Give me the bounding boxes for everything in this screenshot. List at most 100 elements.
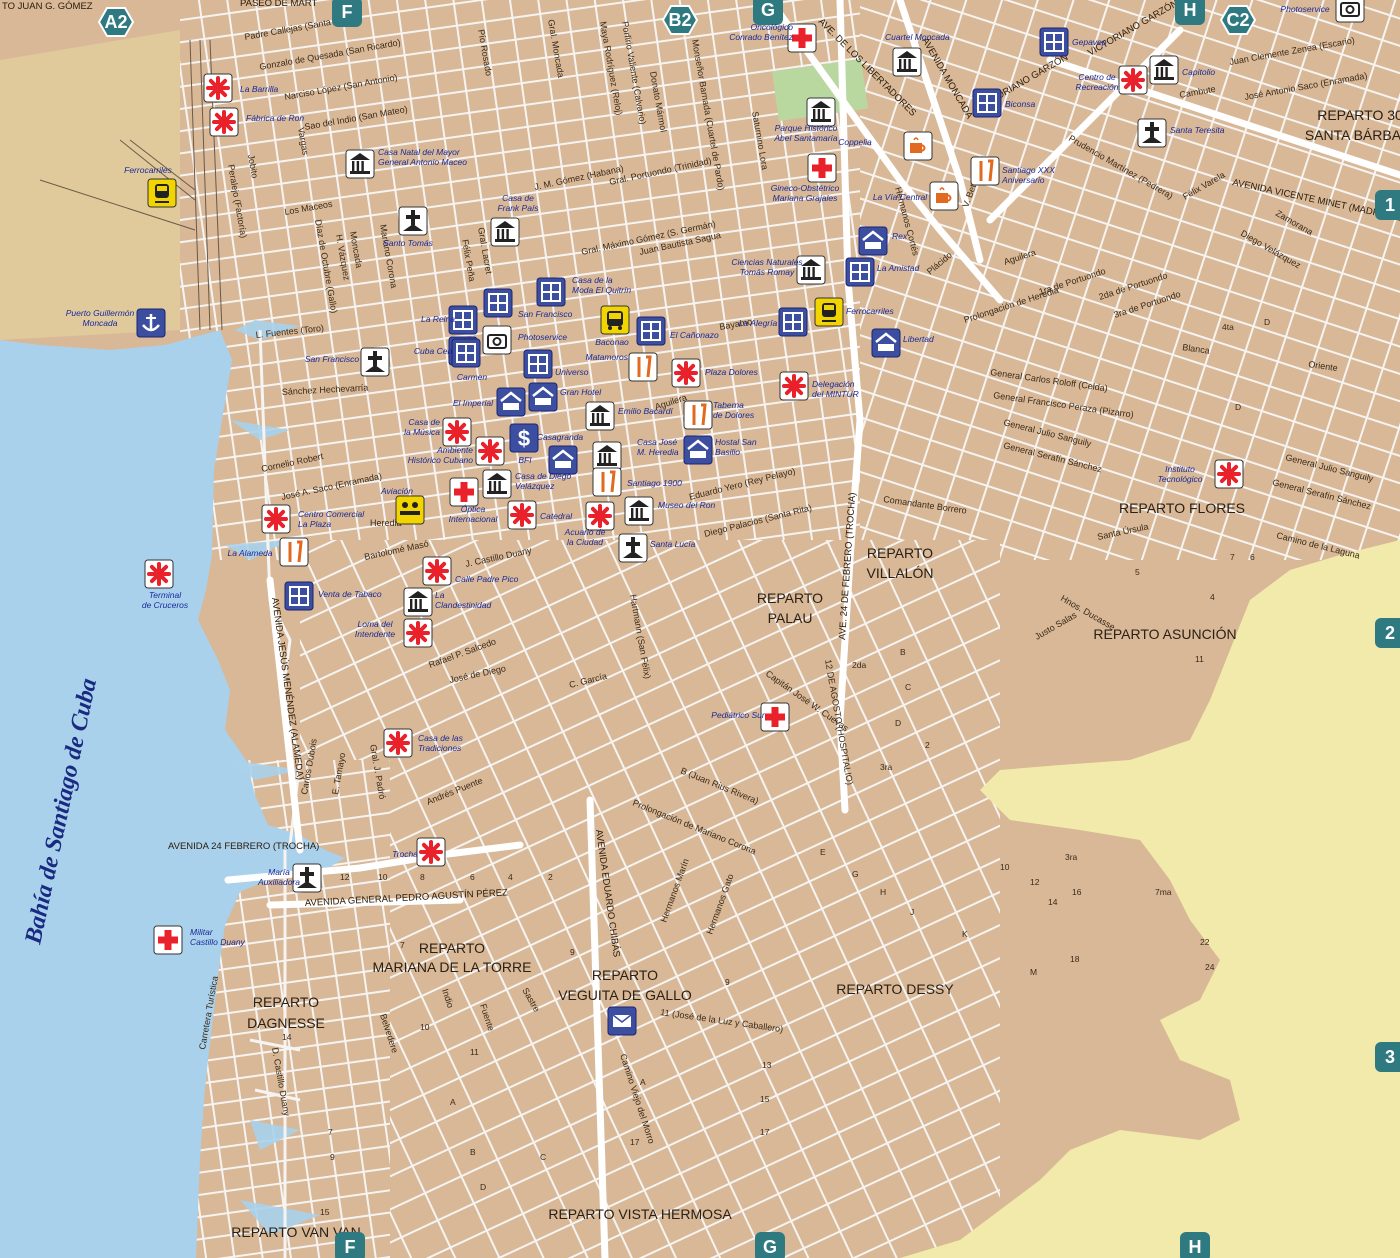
poi-label: La Reina	[421, 314, 455, 324]
hotel-icon	[871, 328, 901, 358]
svg-text:7ma: 7ma	[1155, 887, 1172, 897]
hotel-icon	[683, 435, 713, 465]
svg-text:G: G	[852, 869, 859, 879]
asterisk-icon	[403, 618, 433, 648]
post-office-marker[interactable]	[607, 1006, 637, 1036]
museum-icon	[592, 441, 622, 471]
svg-text:2: 2	[548, 872, 553, 882]
bank-icon: $	[509, 423, 539, 453]
svg-text:VEGUITA DE GALLO: VEGUITA DE GALLO	[558, 987, 692, 1003]
svg-text:REPARTO: REPARTO	[253, 994, 319, 1010]
poi-label: San Francisco	[305, 354, 360, 364]
grid-badge-text: G	[763, 1237, 777, 1257]
grid-badge-text: 3	[1385, 1047, 1395, 1067]
museum-icon	[806, 97, 836, 127]
svg-text:B: B	[900, 647, 906, 657]
poi-label: Casa de la Música	[404, 417, 440, 437]
poi-marker[interactable]: Casa de las Tradiciones	[383, 728, 464, 758]
grid-badge-text: H	[1184, 0, 1197, 20]
svg-text:10: 10	[378, 872, 388, 882]
poi-label: Universo	[555, 367, 589, 377]
train-icon	[814, 297, 844, 327]
street-label: AVENIDA 24 FEBRERO (TROCHA)	[168, 841, 319, 852]
svg-text:12: 12	[1030, 877, 1040, 887]
poi-label: Ferrocarriles	[124, 165, 172, 175]
svg-text:D: D	[1235, 402, 1241, 412]
shop-icon	[451, 338, 481, 368]
svg-text:A: A	[640, 1077, 646, 1087]
museum-icon	[490, 217, 520, 247]
cafe-icon	[929, 181, 959, 211]
district-dessy: REPARTO DESSY	[836, 981, 954, 997]
poi-label: Calle Padre Pico	[455, 574, 519, 584]
hotel-icon	[496, 387, 526, 417]
asterisk-icon	[209, 107, 239, 137]
city-map[interactable]: PASEO DE MART Padre Callejas (Santa Lucí…	[0, 0, 1400, 1258]
poi-label: Rex	[892, 231, 908, 241]
svg-text:24: 24	[1205, 962, 1215, 972]
poi-label: Casa de las Tradiciones	[418, 733, 464, 753]
grid-badge-h: H	[1175, 0, 1205, 25]
camera-icon	[482, 325, 512, 355]
poi-label: La Alameda	[227, 548, 272, 558]
poi-label: Acuario de la Ciudad	[564, 527, 606, 547]
church-icon	[1137, 118, 1167, 148]
grid-badge-f: F	[335, 1232, 365, 1258]
svg-text:17: 17	[760, 1127, 770, 1137]
svg-text:K: K	[962, 929, 968, 939]
hospital-icon	[449, 477, 479, 507]
svg-text:D: D	[480, 1182, 486, 1192]
museum-icon	[1149, 55, 1179, 85]
asterisk-icon	[779, 371, 809, 401]
grid-badge-text: G	[761, 0, 775, 20]
poi-label: Santiago 1900	[627, 478, 682, 488]
poi-label: Emilio Bacardí	[618, 406, 674, 416]
asterisk-icon	[422, 556, 452, 586]
asterisk-icon	[1118, 65, 1148, 95]
svg-text:D: D	[895, 718, 901, 728]
restaurant-icon	[592, 467, 622, 497]
poi-label: La Amistad	[877, 263, 919, 273]
poi-label: Cuartel Moncada	[885, 32, 950, 42]
svg-text:4: 4	[1210, 592, 1215, 602]
svg-text:H: H	[880, 887, 886, 897]
poi-label: La Vía Central	[873, 192, 928, 202]
svg-text:17: 17	[630, 1137, 640, 1147]
shop-icon	[636, 316, 666, 346]
svg-text:13: 13	[762, 1060, 772, 1070]
poi-label: Casagranda	[537, 432, 584, 442]
poi-label: Casa Natal del Mayor General Antonio Mace…	[378, 147, 467, 167]
svg-text:VILLALÓN: VILLALÓN	[867, 565, 934, 581]
svg-text:$: $	[518, 426, 530, 451]
svg-text:14: 14	[282, 1032, 292, 1042]
svg-text:11: 11	[470, 1047, 479, 1057]
poi-label: El Cañonazo	[670, 330, 719, 340]
svg-text:A: A	[450, 1097, 456, 1107]
anchor-icon	[136, 308, 166, 338]
grid-badge-h: H	[1180, 1232, 1210, 1258]
church-icon	[398, 206, 428, 236]
asterisk-icon	[671, 358, 701, 388]
poi-label: Carmen	[457, 372, 488, 382]
poi-label: Parque Histórico Abel Santamaría	[773, 123, 838, 143]
poi-label: Biconsa	[1005, 99, 1036, 109]
asterisk-icon	[1214, 459, 1244, 489]
svg-text:REPARTO: REPARTO	[592, 967, 658, 983]
grid-badge-3: 3	[1375, 1042, 1400, 1072]
museum-icon	[482, 469, 512, 499]
museum-icon	[624, 496, 654, 526]
svg-text:5: 5	[1135, 567, 1140, 577]
district-asuncion: REPARTO ASUNCIÓN	[1093, 626, 1236, 642]
hotel-icon	[528, 382, 558, 412]
poi-label: Coppelia	[838, 137, 872, 147]
svg-text:C: C	[540, 1152, 546, 1162]
shop-icon	[284, 581, 314, 611]
poi-label: Santa Teresita	[1170, 125, 1225, 135]
svg-text:REPARTO: REPARTO	[419, 940, 485, 956]
grid-badge-text: 1	[1385, 195, 1395, 215]
hospital-icon	[807, 153, 837, 183]
shop-icon	[778, 307, 808, 337]
restaurant-icon	[279, 537, 309, 567]
poi-label: Photoservice	[518, 332, 567, 342]
poi-label: La Barrilla	[240, 84, 279, 94]
